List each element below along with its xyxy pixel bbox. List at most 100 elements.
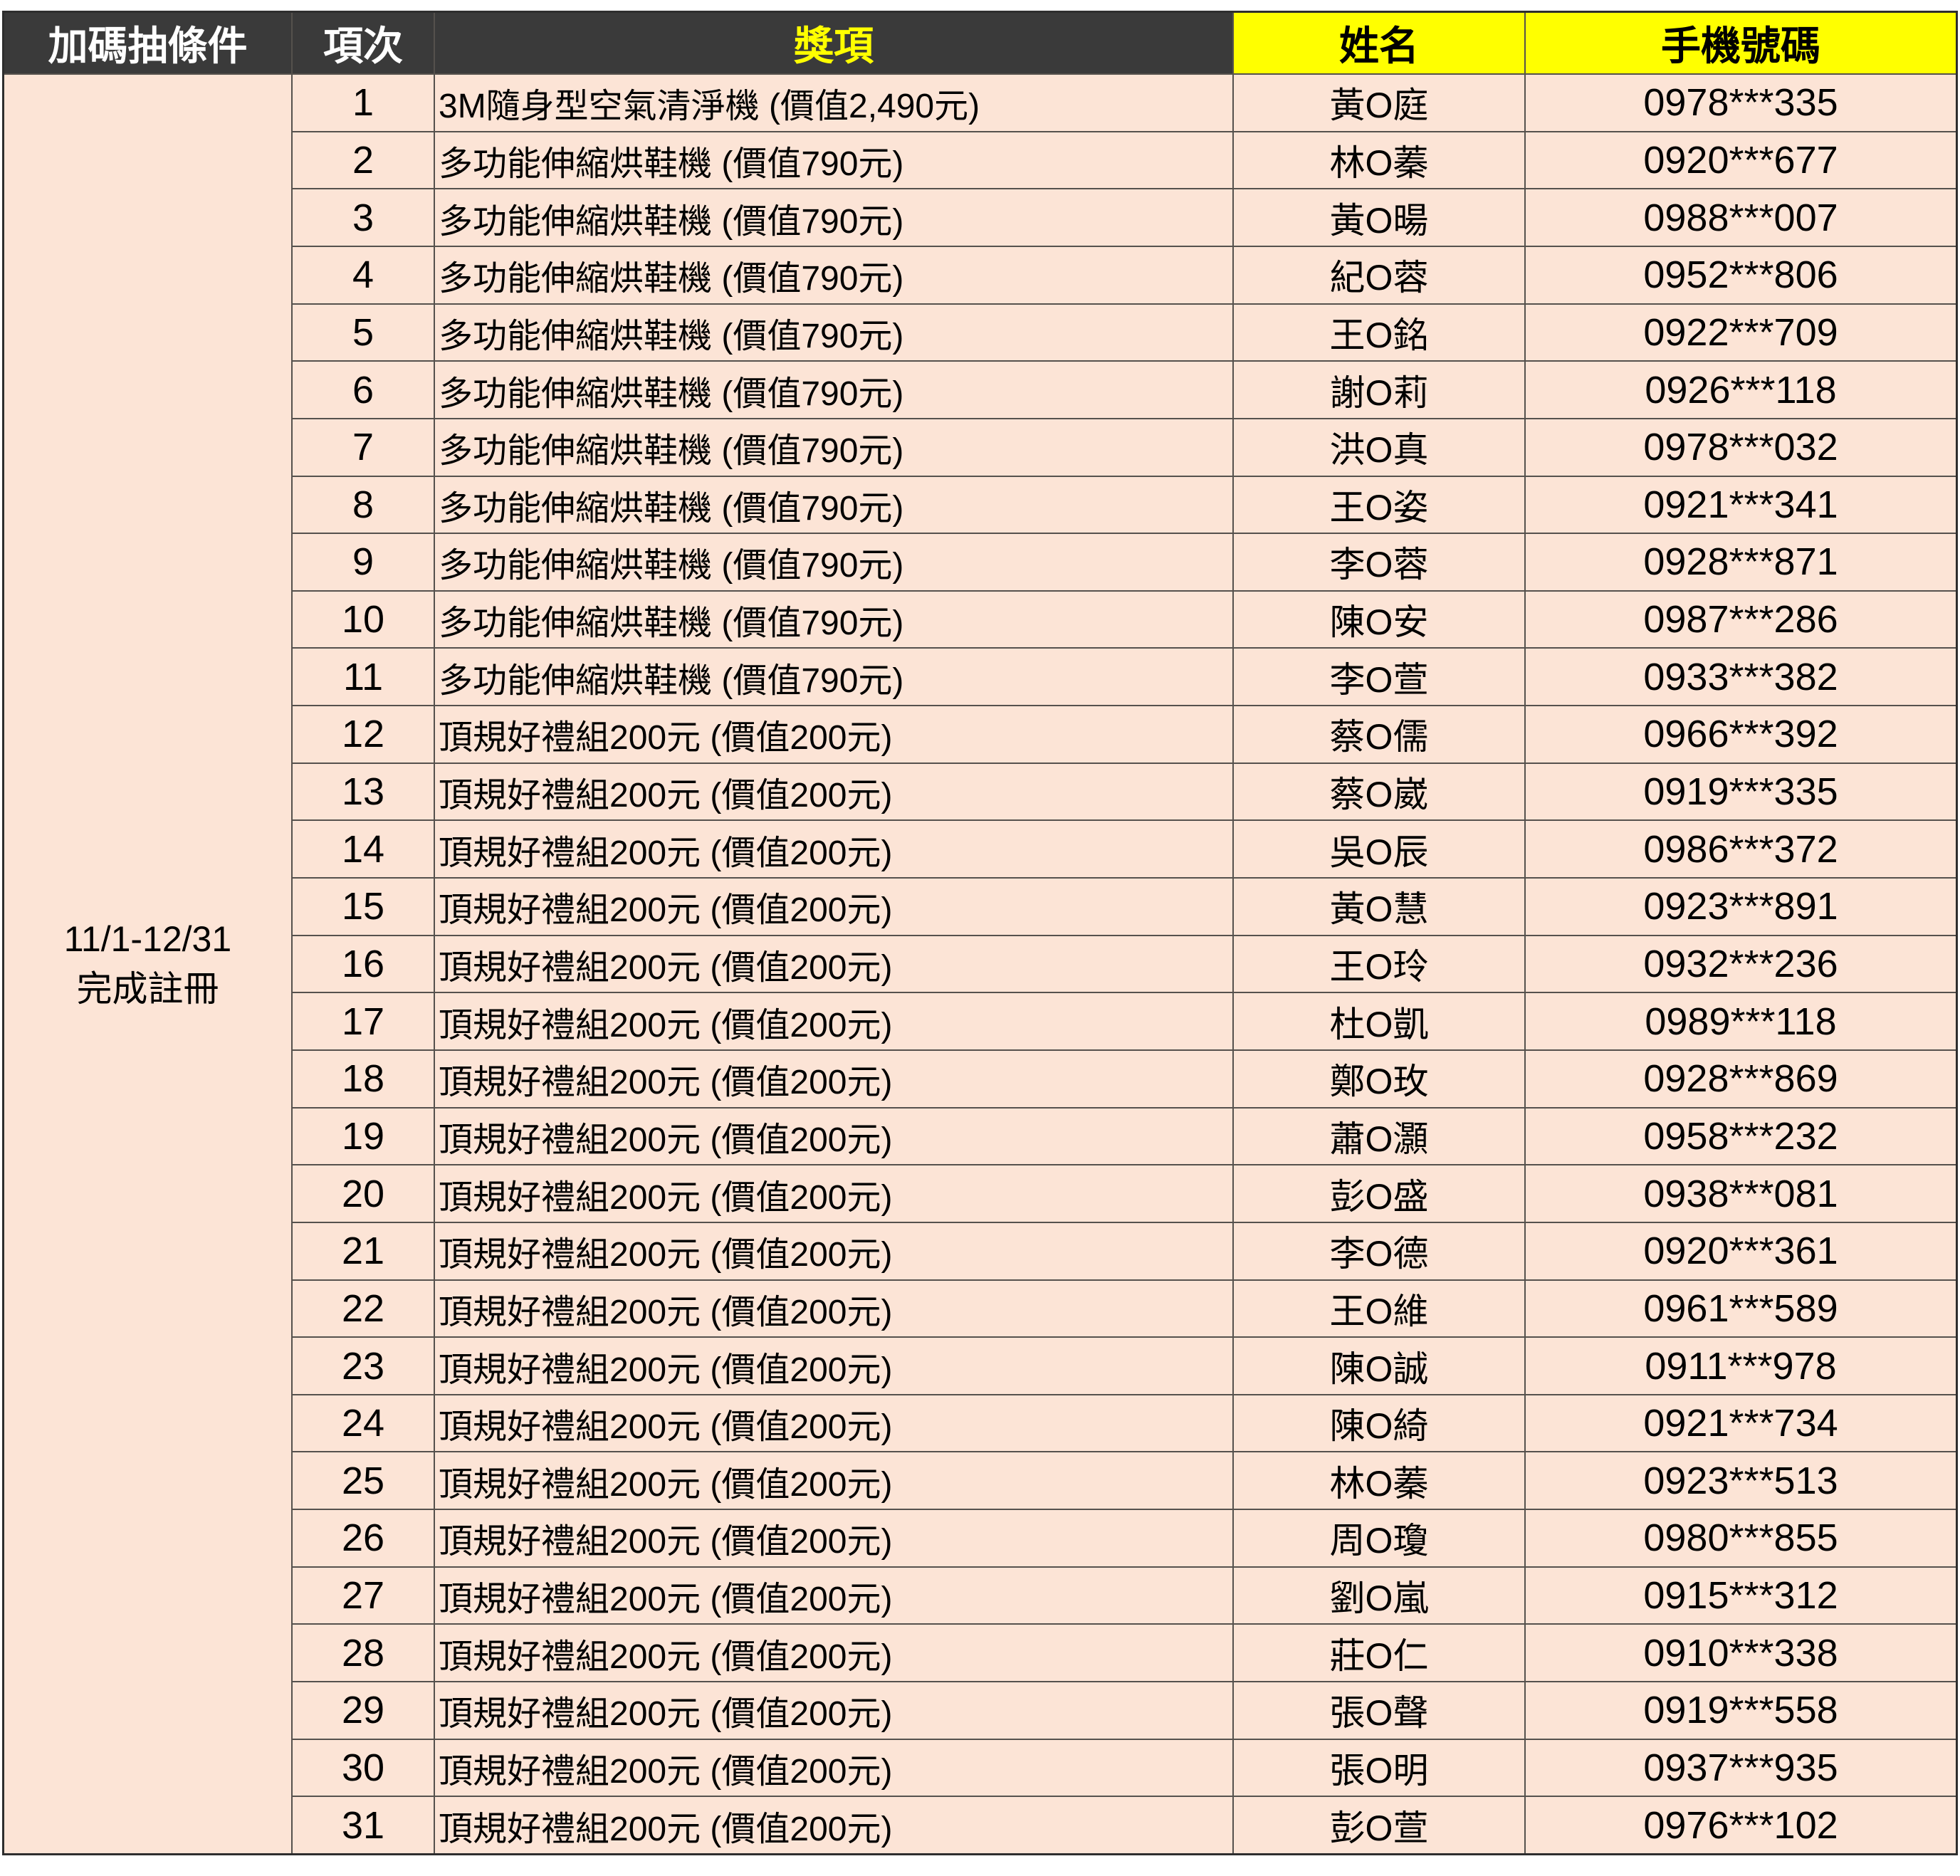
winner-name-cell: 黃O暘 bbox=[1234, 189, 1524, 246]
row-index-cell: 29 bbox=[293, 1682, 434, 1739]
phone-cell: 0921***734 bbox=[1526, 1395, 1956, 1452]
row-index-cell: 19 bbox=[293, 1108, 434, 1165]
prize-cell: 多功能伸縮烘鞋機 (價值790元) bbox=[435, 189, 1232, 246]
prize-cell: 頂規好禮組200元 (價值200元) bbox=[435, 706, 1232, 763]
phone-cell: 0920***361 bbox=[1526, 1222, 1956, 1279]
prize-cell: 頂規好禮組200元 (價值200元) bbox=[435, 1452, 1232, 1509]
prize-cell: 多功能伸縮烘鞋機 (價值790元) bbox=[435, 132, 1232, 189]
prize-cell: 頂規好禮組200元 (價值200元) bbox=[435, 1739, 1232, 1796]
prize-cell: 多功能伸縮烘鞋機 (價值790元) bbox=[435, 649, 1232, 706]
row-index-cell: 1 bbox=[293, 75, 434, 131]
phone-cell: 0937***935 bbox=[1526, 1739, 1956, 1796]
prize-cell: 頂規好禮組200元 (價值200元) bbox=[435, 1222, 1232, 1279]
row-index-cell: 6 bbox=[293, 362, 434, 418]
condition-period: 11/1-12/31 bbox=[63, 919, 232, 959]
winner-name-cell: 黃O庭 bbox=[1234, 75, 1524, 131]
winner-name-cell: 莊O仁 bbox=[1234, 1625, 1524, 1682]
winner-name-cell: 王O姿 bbox=[1234, 476, 1524, 533]
row-index-cell: 27 bbox=[293, 1567, 434, 1624]
phone-cell: 0980***855 bbox=[1526, 1510, 1956, 1566]
prize-cell: 頂規好禮組200元 (價值200元) bbox=[435, 1567, 1232, 1624]
phone-cell: 0976***102 bbox=[1526, 1797, 1956, 1853]
row-index-cell: 3 bbox=[293, 189, 434, 246]
phone-cell: 0915***312 bbox=[1526, 1567, 1956, 1624]
winner-name-cell: 紀O蓉 bbox=[1234, 246, 1524, 303]
winner-name-cell: 王O玲 bbox=[1234, 936, 1524, 992]
phone-cell: 0928***869 bbox=[1526, 1050, 1956, 1107]
header-phone: 手機號碼 bbox=[1526, 13, 1956, 73]
winner-name-cell: 李O萱 bbox=[1234, 649, 1524, 706]
phone-cell: 0919***558 bbox=[1526, 1682, 1956, 1739]
winner-name-cell: 蔡O崴 bbox=[1234, 763, 1524, 820]
winners-table: 加碼抽條件 項次 獎項 姓名 手機號碼 11/1-12/31 完成註冊 1 3M… bbox=[2, 11, 1958, 1855]
prize-cell: 3M隨身型空氣清淨機 (價值2,490元) bbox=[435, 75, 1232, 131]
row-index-cell: 7 bbox=[293, 419, 434, 476]
prize-cell: 頂規好禮組200元 (價值200元) bbox=[435, 1797, 1232, 1853]
phone-cell: 0910***338 bbox=[1526, 1625, 1956, 1682]
header-index: 項次 bbox=[293, 13, 434, 73]
winner-name-cell: 黃O慧 bbox=[1234, 879, 1524, 935]
row-index-cell: 10 bbox=[293, 591, 434, 648]
winner-name-cell: 陳O綺 bbox=[1234, 1395, 1524, 1452]
winner-name-cell: 彭O萱 bbox=[1234, 1797, 1524, 1853]
prize-cell: 頂規好禮組200元 (價值200元) bbox=[435, 1280, 1232, 1337]
condition-cell: 11/1-12/31 完成註冊 bbox=[4, 75, 291, 1853]
winner-name-cell: 謝O莉 bbox=[1234, 362, 1524, 418]
winner-name-cell: 吳O辰 bbox=[1234, 821, 1524, 878]
winner-name-cell: 張O明 bbox=[1234, 1739, 1524, 1796]
phone-cell: 0987***286 bbox=[1526, 591, 1956, 648]
row-index-cell: 5 bbox=[293, 304, 434, 361]
winner-name-cell: 李O蓉 bbox=[1234, 534, 1524, 590]
row-index-cell: 9 bbox=[293, 534, 434, 590]
winner-name-cell: 洪O真 bbox=[1234, 419, 1524, 476]
winner-name-cell: 蕭O灝 bbox=[1234, 1108, 1524, 1165]
winner-name-cell: 鄭O玫 bbox=[1234, 1050, 1524, 1107]
row-index-cell: 14 bbox=[293, 821, 434, 878]
prize-cell: 頂規好禮組200元 (價值200元) bbox=[435, 993, 1232, 1049]
phone-cell: 0978***335 bbox=[1526, 75, 1956, 131]
winner-name-cell: 彭O盛 bbox=[1234, 1165, 1524, 1222]
prize-cell: 頂規好禮組200元 (價值200元) bbox=[435, 1050, 1232, 1107]
phone-cell: 0921***341 bbox=[1526, 476, 1956, 533]
row-index-cell: 24 bbox=[293, 1395, 434, 1452]
prize-cell: 多功能伸縮烘鞋機 (價值790元) bbox=[435, 246, 1232, 303]
condition-action: 完成註冊 bbox=[76, 969, 219, 1009]
row-index-cell: 13 bbox=[293, 763, 434, 820]
phone-cell: 0938***081 bbox=[1526, 1165, 1956, 1222]
prize-cell: 多功能伸縮烘鞋機 (價值790元) bbox=[435, 362, 1232, 418]
winner-name-cell: 林O蓁 bbox=[1234, 1452, 1524, 1509]
winner-name-cell: 杜O凱 bbox=[1234, 993, 1524, 1049]
phone-cell: 0958***232 bbox=[1526, 1108, 1956, 1165]
prize-cell: 頂規好禮組200元 (價值200元) bbox=[435, 936, 1232, 992]
winner-name-cell: 陳O誠 bbox=[1234, 1338, 1524, 1394]
phone-cell: 0961***589 bbox=[1526, 1280, 1956, 1337]
winners-sheet: 加碼抽條件 項次 獎項 姓名 手機號碼 11/1-12/31 完成註冊 1 3M… bbox=[2, 11, 1958, 1855]
row-index-cell: 16 bbox=[293, 936, 434, 992]
phone-cell: 0988***007 bbox=[1526, 189, 1956, 246]
row-index-cell: 12 bbox=[293, 706, 434, 763]
winner-name-cell: 蔡O儒 bbox=[1234, 706, 1524, 763]
prize-cell: 頂規好禮組200元 (價值200元) bbox=[435, 1682, 1232, 1739]
row-index-cell: 17 bbox=[293, 993, 434, 1049]
header-condition: 加碼抽條件 bbox=[4, 13, 291, 73]
prize-cell: 頂規好禮組200元 (價值200元) bbox=[435, 1510, 1232, 1566]
row-index-cell: 2 bbox=[293, 132, 434, 189]
phone-cell: 0920***677 bbox=[1526, 132, 1956, 189]
prize-cell: 頂規好禮組200元 (價值200元) bbox=[435, 763, 1232, 820]
row-index-cell: 15 bbox=[293, 879, 434, 935]
row-index-cell: 26 bbox=[293, 1510, 434, 1566]
prize-cell: 多功能伸縮烘鞋機 (價值790元) bbox=[435, 591, 1232, 648]
prize-cell: 多功能伸縮烘鞋機 (價值790元) bbox=[435, 476, 1232, 533]
prize-cell: 頂規好禮組200元 (價值200元) bbox=[435, 1395, 1232, 1452]
row-index-cell: 28 bbox=[293, 1625, 434, 1682]
phone-cell: 0966***392 bbox=[1526, 706, 1956, 763]
prize-cell: 頂規好禮組200元 (價值200元) bbox=[435, 1165, 1232, 1222]
winner-name-cell: 王O維 bbox=[1234, 1280, 1524, 1337]
phone-cell: 0933***382 bbox=[1526, 649, 1956, 706]
phone-cell: 0978***032 bbox=[1526, 419, 1956, 476]
winner-name-cell: 王O銘 bbox=[1234, 304, 1524, 361]
phone-cell: 0932***236 bbox=[1526, 936, 1956, 992]
winner-name-cell: 張O聲 bbox=[1234, 1682, 1524, 1739]
prize-cell: 多功能伸縮烘鞋機 (價值790元) bbox=[435, 534, 1232, 590]
winner-name-cell: 劉O嵐 bbox=[1234, 1567, 1524, 1624]
